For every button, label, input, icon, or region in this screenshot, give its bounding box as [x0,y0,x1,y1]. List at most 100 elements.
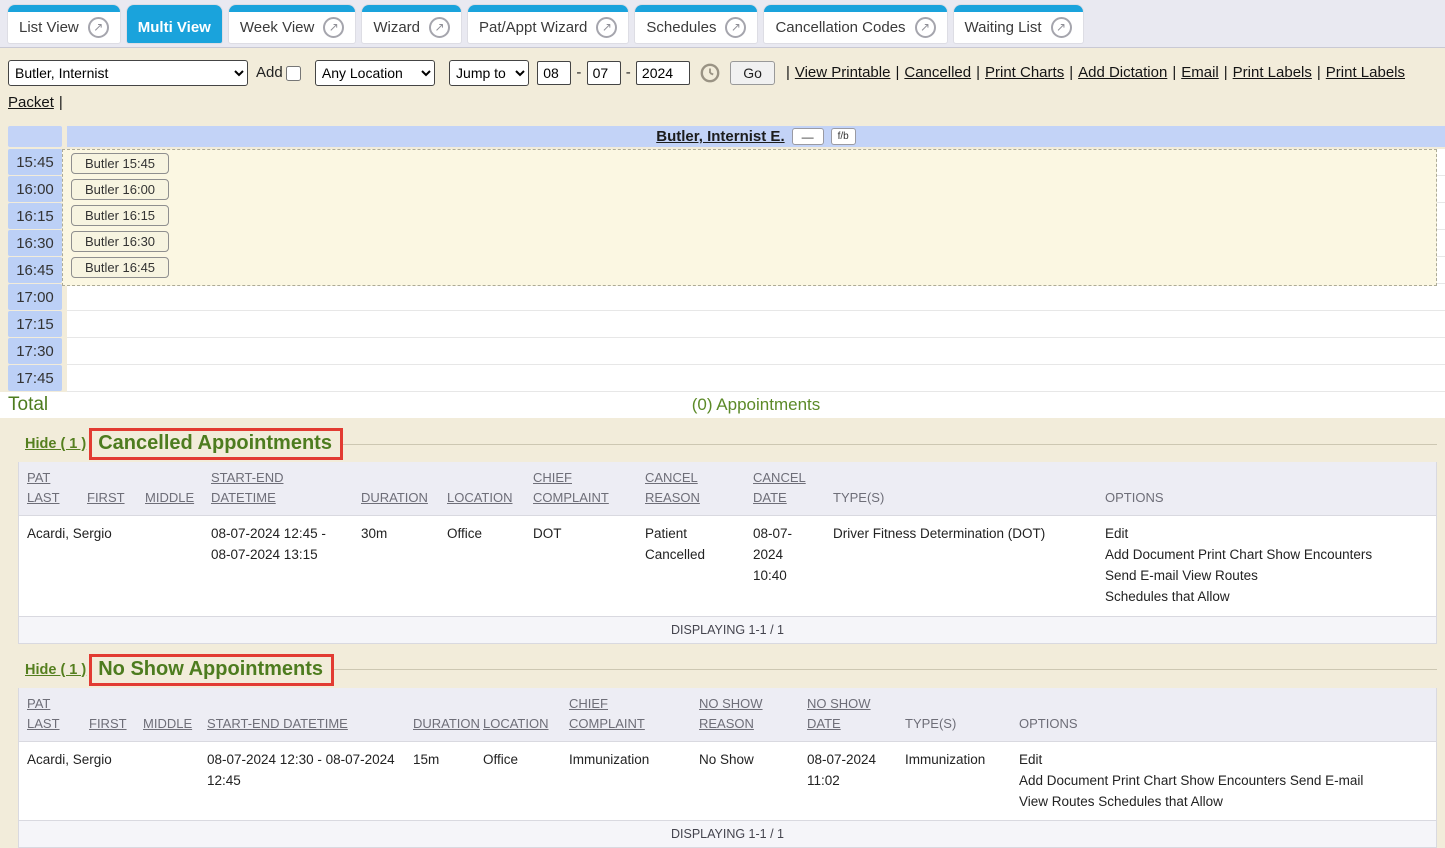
section-divider [334,669,1437,670]
sort-middle[interactable]: MIDDLE [145,488,195,508]
options-links-line[interactable]: Schedules that Allow [1105,587,1428,608]
tab-cancellation-codes[interactable]: Cancellation Codes ↗ [764,5,946,43]
sort-first[interactable]: FIRST [89,714,127,734]
sort-no-show-reason[interactable]: NO SHOW [699,694,791,714]
sort-pat-last[interactable]: PAT [27,694,73,714]
open-new-window-icon[interactable]: ↗ [88,17,109,38]
provider-header-link[interactable]: Butler, Internist E. [656,128,784,145]
separator: | [976,64,980,81]
time-label: 16:30 [8,230,62,256]
separator: | [59,94,63,111]
schedule-cell[interactable] [67,284,1445,311]
sort-pat-last[interactable]: PAT [27,468,71,488]
open-new-window-icon[interactable]: ↗ [915,17,936,38]
separator: | [786,64,790,81]
no-show-paging-footer: DISPLAYING 1-1 / 1 [19,820,1436,848]
open-new-window-icon[interactable]: ↗ [323,17,344,38]
time-label: 16:00 [8,176,62,202]
print-labels-link[interactable]: Print Labels [1233,64,1312,81]
no-show-appointments-section: Hide ( 1 ) No Show Appointments PATLAST … [0,654,1445,848]
patient-name: Acardi, Sergio [19,516,79,553]
col-options: OPTIONS [1019,714,1428,734]
email-link[interactable]: Email [1181,64,1219,81]
tab-list-view[interactable]: List View ↗ [8,5,120,43]
tab-week-view[interactable]: Week View ↗ [229,5,355,43]
edit-link[interactable]: Edit [1105,524,1428,545]
tab-waiting-list[interactable]: Waiting List ↗ [954,5,1083,43]
date-separator: - [576,64,581,81]
date-year-input[interactable] [636,61,690,85]
sort-cancel-reason[interactable]: CANCEL [645,468,737,488]
col-types: TYPE(S) [905,714,1003,734]
options-links-line[interactable]: Send E-mail View Routes [1105,566,1428,587]
sort-no-show-date[interactable]: NO SHOW [807,694,889,714]
sort-chief-complaint[interactable]: CHIEF [533,468,629,488]
time-label: 16:45 [8,257,62,283]
date-month-input[interactable] [537,61,571,85]
add-checkbox[interactable] [286,66,301,81]
sort-first[interactable]: FIRST [87,488,129,508]
slot-button-1630[interactable]: Butler 16:30 [71,231,169,252]
cancelled-paging-footer: DISPLAYING 1-1 / 1 [19,616,1436,644]
location-select[interactable]: Any Location [315,60,435,86]
jump-to-select[interactable]: Jump to [449,60,529,86]
go-button[interactable]: Go [730,61,775,85]
sort-location[interactable]: LOCATION [447,488,517,508]
slot-button-1645[interactable]: Butler 16:45 [71,257,169,278]
separator: | [1224,64,1228,81]
sort-duration[interactable]: DURATION [361,488,431,508]
options-links-line[interactable]: Add Document Print Chart Show Encounters… [1019,771,1428,792]
open-new-window-icon[interactable]: ↗ [596,17,617,38]
no-show-appointments-table: PATLAST FIRST MIDDLE START-END DATETIME … [18,688,1437,848]
appointment-types: Immunization [897,742,1011,779]
tab-label: Pat/Appt Wizard [479,19,587,36]
slot-button-1545[interactable]: Butler 15:45 [71,153,169,174]
sort-chief-complaint[interactable]: CHIEF [569,694,683,714]
slot-button-1600[interactable]: Butler 16:00 [71,179,169,200]
options-links-line[interactable]: Add Document Print Chart Show Encounters [1105,545,1428,566]
schedule-body: 15:45 16:00 16:15 16:30 16:45 17:00 17:1… [0,149,1445,392]
open-new-window-icon[interactable]: ↗ [429,17,450,38]
duration: 15m [405,742,475,779]
provider-select[interactable]: Butler, Internist [8,60,248,86]
edit-link[interactable]: Edit [1019,750,1428,771]
sort-duration[interactable]: DURATION [413,714,467,734]
clock-icon[interactable] [700,63,720,83]
schedule-cell[interactable] [67,311,1445,338]
total-label: Total [8,394,67,416]
sort-cancel-date[interactable]: CANCEL [753,468,817,488]
options-cell: Edit Add Document Print Chart Show Encou… [1097,516,1436,616]
chief-complaint: DOT [525,516,637,553]
tab-pat-appt-wizard[interactable]: Pat/Appt Wizard ↗ [468,5,628,43]
collapse-column-button[interactable]: — [792,128,824,145]
schedule-cell[interactable] [67,365,1445,392]
location: Office [439,516,525,553]
schedule-cell[interactable] [67,338,1445,365]
hide-noshow-link[interactable]: Hide ( 1 ) [25,662,86,678]
hide-cancelled-link[interactable]: Hide ( 1 ) [25,436,86,452]
tab-label: Waiting List [965,19,1042,36]
date-day-input[interactable] [587,61,621,85]
sort-middle[interactable]: MIDDLE [143,714,191,734]
tab-schedules[interactable]: Schedules ↗ [635,5,757,43]
options-links-line[interactable]: View Routes Schedules that Allow [1019,792,1428,813]
start-end-datetime: 08-07-2024 12:30 - 08-07-2024 12:45 [199,742,405,800]
open-new-window-icon[interactable]: ↗ [725,17,746,38]
add-dictation-link[interactable]: Add Dictation [1078,64,1167,81]
print-charts-link[interactable]: Print Charts [985,64,1064,81]
tab-multi-view[interactable]: Multi View [127,5,222,43]
no-show-reason: No Show [691,742,799,779]
open-new-window-icon[interactable]: ↗ [1051,17,1072,38]
cancelled-link[interactable]: Cancelled [904,64,971,81]
col-options: OPTIONS [1105,488,1428,508]
sort-location[interactable]: LOCATION [483,714,553,734]
no-show-appointment-row: Acardi, Sergio 08-07-2024 12:30 - 08-07-… [19,742,1436,821]
tab-wizard[interactable]: Wizard ↗ [362,5,461,43]
separator: | [1172,64,1176,81]
slot-button-1615[interactable]: Butler 16:15 [71,205,169,226]
forward-back-button[interactable]: f/b [831,128,856,145]
view-printable-link[interactable]: View Printable [795,64,891,81]
sort-start-end[interactable]: START-END DATETIME [207,714,397,734]
sort-start-end[interactable]: START-END [211,468,345,488]
patient-name: Acardi, Sergio [19,742,81,779]
